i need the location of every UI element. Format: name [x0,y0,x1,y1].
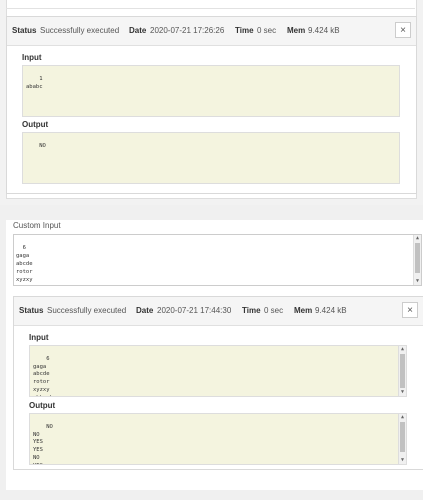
divider [6,8,415,9]
mem-label: Mem [294,306,313,315]
output-box[interactable]: NO NO YES YES NO YES ▲ ▼ [29,413,407,465]
input-text: 1 ababc [26,75,43,90]
time-value: 0 sec [264,306,284,315]
close-button[interactable]: × [395,22,411,38]
output-label: Output [29,401,56,410]
custom-input-label: Custom Input [13,221,61,230]
input-box[interactable]: 1 ababc [22,65,400,117]
status-value: Successfully executed [40,26,120,35]
input-scrollbar[interactable]: ▲ ▼ [398,346,406,396]
close-icon: × [407,305,413,316]
result-header: Status Successfully executed Date 2020-0… [14,297,423,326]
input-text: 6 gaga abcde rotor xyzxy abbaab ababc [33,355,53,396]
input-label: Input [22,53,42,62]
scroll-up-icon[interactable]: ▲ [399,414,406,421]
result-panel-1: Status Successfully executed Date 2020-0… [6,16,417,194]
custom-input-field[interactable]: 6 gaga abcde rotor xyzxy abbaab ababc ▲ … [13,234,422,286]
time-label: Time [235,26,254,35]
close-icon: × [400,25,406,36]
time-label: Time [242,306,261,315]
date-label: Date [129,26,147,35]
output-box[interactable]: NO [22,132,400,184]
status-value: Successfully executed [47,306,127,315]
input-label: Input [29,333,49,342]
mem-value: 9.424 kB [308,26,340,35]
custom-input-scrollbar[interactable]: ▲ ▼ [413,235,421,285]
scroll-up-icon[interactable]: ▲ [399,346,406,353]
result-panel-2: Status Successfully executed Date 2020-0… [13,296,423,470]
status-label: Status [12,26,37,35]
result-header: Status Successfully executed Date 2020-0… [7,17,416,46]
status-label: Status [19,306,44,315]
mem-value: 9.424 kB [315,306,347,315]
date-value: 2020-07-21 17:26:26 [150,26,225,35]
output-text: NO NO YES YES NO YES [33,423,53,464]
scroll-down-icon[interactable]: ▼ [399,457,406,464]
scroll-thumb[interactable] [400,422,405,452]
scroll-thumb[interactable] [415,243,420,273]
date-value: 2020-07-21 17:44:30 [157,306,232,315]
output-scrollbar[interactable]: ▲ ▼ [398,414,406,464]
input-box[interactable]: 6 gaga abcde rotor xyzxy abbaab ababc ▲ … [29,345,407,397]
time-value: 0 sec [257,26,277,35]
output-label: Output [22,120,49,129]
scroll-up-icon[interactable]: ▲ [414,235,421,242]
custom-input-text: 6 gaga abcde rotor xyzxy abbaab ababc [16,245,33,283]
scroll-thumb[interactable] [400,354,405,388]
date-label: Date [136,306,154,315]
close-button[interactable]: × [402,302,418,318]
output-text: NO [39,142,46,149]
scroll-down-icon[interactable]: ▼ [399,389,406,396]
mem-label: Mem [287,26,306,35]
scroll-down-icon[interactable]: ▼ [414,278,421,285]
